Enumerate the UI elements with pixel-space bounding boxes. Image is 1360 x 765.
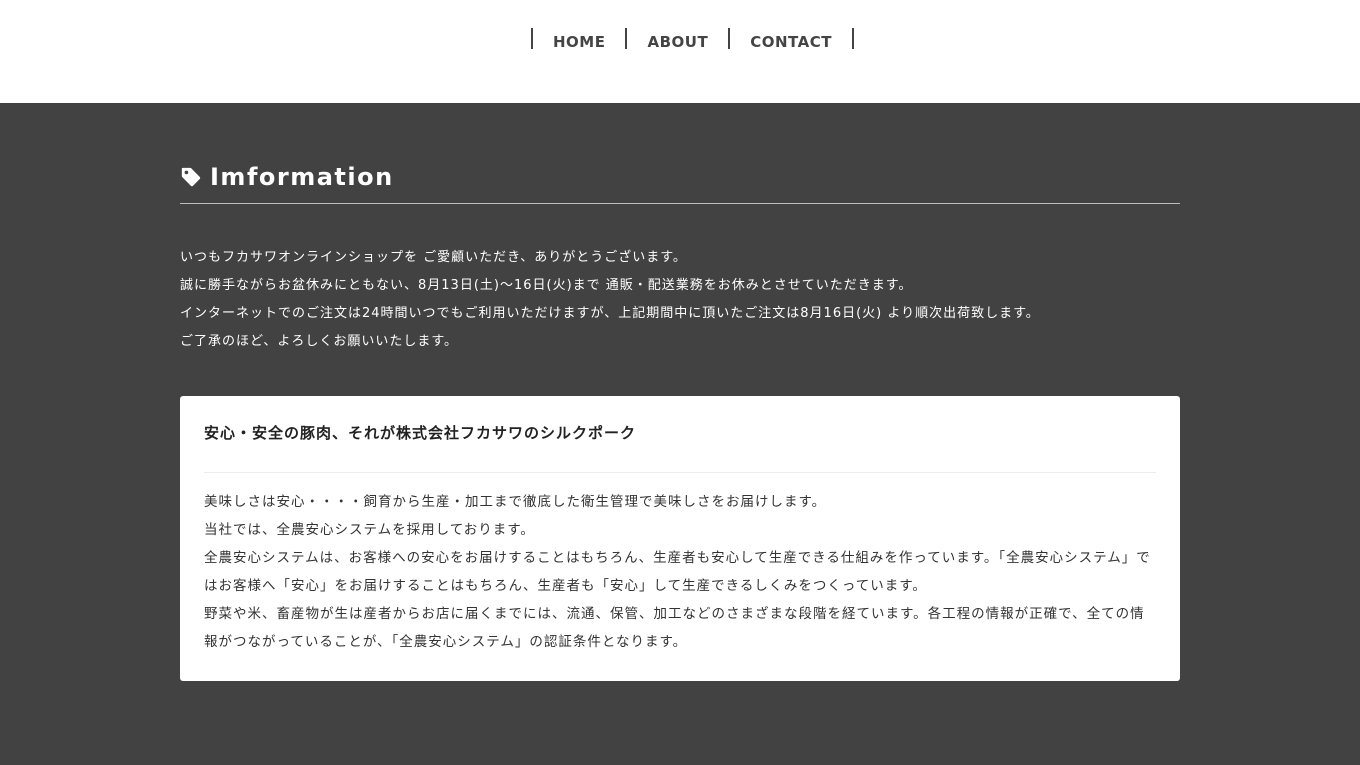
section-title: Imformation	[210, 163, 394, 191]
card-paragraph: 当社では、全農安心システムを採用しております。	[204, 522, 535, 538]
card-paragraph: 野菜や米、畜産物が生は産者からお店に届くまでには、流通、保管、加工などのさまざま…	[204, 606, 1145, 650]
card-paragraph: 美味しさは安心・・・・飼育から生産・加工まで徹底した衛生管理で美味しさをお届けし…	[204, 494, 827, 510]
nav-home-link[interactable]: HOME	[533, 28, 625, 50]
notice-line: インターネットでのご注文は24時間いつでもご利用いただけますが、上記期間中に頂い…	[180, 306, 1040, 321]
nav-divider	[851, 28, 854, 49]
site-header: HOME ABOUT CONTACT	[0, 0, 1360, 103]
holiday-notice: いつもフカサワオンラインショップを ご愛顧いただき、ありがとうございます。 誠に…	[180, 244, 1180, 356]
information-heading: Imformation	[180, 161, 1180, 204]
nav-contact-link[interactable]: CONTACT	[730, 28, 852, 50]
notice-line: 誠に勝手ながらお盆休みにともない、8月13日(土)〜16日(火)まで 通販・配送…	[180, 278, 913, 293]
card-paragraph: 全農安心システムは、お客様への安心をお届けすることはもちろん、生産者も安心して生…	[204, 550, 1151, 594]
card-title: 安心・安全の豚肉、それが株式会社フカサワのシルクポーク	[204, 424, 637, 442]
tag-icon	[181, 167, 201, 187]
notice-line: いつもフカサワオンラインショップを ご愛顧いただき、ありがとうございます。	[180, 250, 687, 265]
card-divider	[204, 472, 1156, 473]
info-card: 安心・安全の豚肉、それが株式会社フカサワのシルクポーク 美味しさは安心・・・・飼…	[180, 396, 1180, 681]
notice-line: ご了承のほど、よろしくお願いいたします。	[180, 334, 459, 349]
main-nav: HOME ABOUT CONTACT	[531, 28, 854, 50]
main-content: Imformation いつもフカサワオンラインショップを ご愛顧いただき、あり…	[0, 103, 1360, 765]
card-body: 美味しさは安心・・・・飼育から生産・加工まで徹底した衛生管理で美味しさをお届けし…	[204, 488, 1156, 656]
nav-about-link[interactable]: ABOUT	[627, 28, 728, 50]
